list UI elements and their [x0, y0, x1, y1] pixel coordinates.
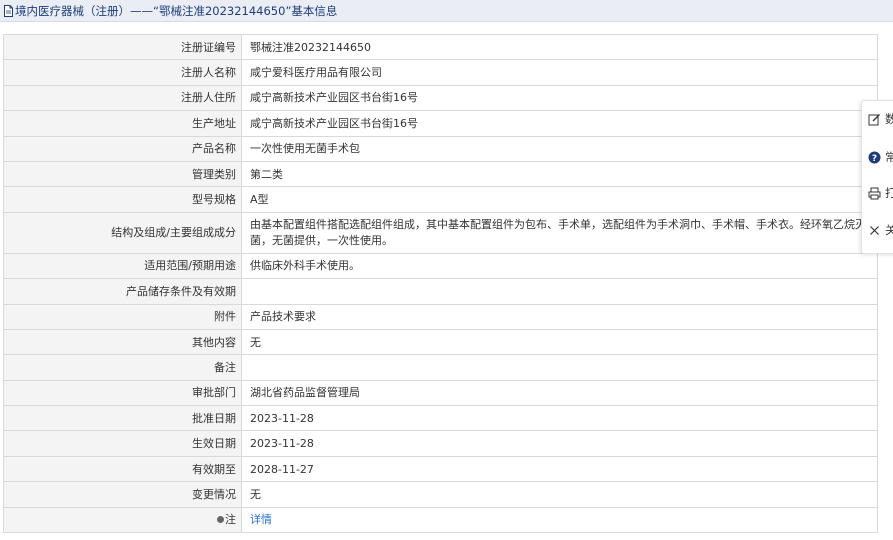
toolbar-item-label: 打	[885, 186, 893, 200]
table-row: 适用范围/预期用途 供临床外科手术使用。	[3, 252, 878, 280]
table-row: 有效期至 2028-11-27	[3, 455, 878, 483]
registration-info-table: 注册证编号 鄂械注准20232144650 注册人名称 咸宁爱科医疗用品有限公司 注…	[3, 33, 878, 534]
row-value: 详情	[241, 506, 878, 534]
toolbar-item-label: 常	[885, 150, 893, 164]
row-label: 生效日期	[3, 430, 242, 457]
pin-icon	[217, 516, 224, 524]
row-value: 咸宁爱科医疗用品有限公司	[241, 59, 878, 86]
row-value: 鄂械注准20232144650	[241, 33, 878, 61]
row-value: 2023-11-28	[241, 430, 878, 457]
row-value: 一次性使用无菌手术包	[241, 135, 878, 162]
table-row: 管理类别 第二类	[3, 160, 878, 188]
help-icon: ?	[868, 151, 881, 164]
printer-icon	[868, 187, 881, 200]
note-label: 注	[225, 513, 236, 527]
table-row: 注 详情	[3, 506, 878, 534]
row-value: 咸宁高新技术产业园区书台街16号	[241, 110, 878, 137]
row-value: 湖北省药品监督管理局	[241, 379, 878, 407]
row-value: 2028-11-27	[241, 455, 878, 483]
floating-toolbar: 数 ? 常 打 关	[861, 100, 893, 254]
row-label: 注册人住所	[3, 84, 242, 112]
table-row: 注册人名称 咸宁爱科医疗用品有限公司	[3, 59, 878, 86]
row-label: 审批部门	[3, 379, 242, 407]
svg-text:?: ?	[872, 154, 877, 164]
row-value: 由基本配置组件搭配选配组件组成，其中基本配置组件为包布、手术单，选配组件为手术洞…	[241, 211, 878, 254]
page-header: 境内医疗器械（注册）——“鄂械注准20232144650”基本信息	[0, 0, 893, 22]
row-label: 产品名称	[3, 135, 242, 162]
edit-icon	[868, 113, 881, 126]
row-label: 其他内容	[3, 328, 242, 356]
table-row: 产品名称 一次性使用无菌手术包	[3, 135, 878, 162]
toolbar-item-close[interactable]: 关	[868, 220, 893, 240]
toolbar-item-faq[interactable]: ? 常	[868, 147, 893, 167]
row-value: 产品技术要求	[241, 303, 878, 330]
toolbar-item-data[interactable]: 数	[868, 109, 893, 129]
details-link[interactable]: 详情	[250, 513, 272, 526]
row-label: 批准日期	[3, 405, 242, 432]
row-label: 适用范围/预期用途	[3, 252, 242, 280]
table-row: 审批部门 湖北省药品监督管理局	[3, 379, 878, 407]
table-row: 备注	[3, 354, 878, 381]
row-label: 结构及组成/主要组成成分	[3, 211, 242, 254]
table-row: 注册证编号 鄂械注准20232144650	[3, 33, 878, 61]
row-value: 供临床外科手术使用。	[241, 252, 878, 280]
row-value: 无	[241, 328, 878, 356]
table-row: 注册人住所 咸宁高新技术产业园区书台街16号	[3, 84, 878, 112]
row-value	[241, 278, 878, 305]
toolbar-item-print[interactable]: 打	[868, 183, 893, 203]
table-row: 生产地址 咸宁高新技术产业园区书台街16号	[3, 110, 878, 137]
table-row: 其他内容无	[3, 328, 878, 356]
toolbar-item-label: 数	[885, 112, 893, 126]
row-value	[241, 354, 878, 381]
table-row: 型号规格 A型	[3, 186, 878, 213]
row-label: 注	[3, 506, 242, 534]
row-value: 无	[241, 481, 878, 508]
page-title: 境内医疗器械（注册）——“鄂械注准20232144650”基本信息	[15, 3, 338, 18]
row-label: 注册证编号	[3, 33, 242, 61]
table-row: 批准日期 2023-11-28	[3, 405, 878, 432]
row-value: 咸宁高新技术产业园区书台街16号	[241, 84, 878, 112]
row-label: 产品储存条件及有效期	[3, 278, 242, 305]
row-label: 有效期至	[3, 455, 242, 483]
table-row: 产品储存条件及有效期	[3, 278, 878, 305]
row-label: 注册人名称	[3, 59, 242, 86]
row-label: 附件	[3, 303, 242, 330]
table-row: 附件 产品技术要求	[3, 303, 878, 330]
row-value-text: 由基本配置组件搭配选配组件组成，其中基本配置组件为包布、手术单，选配组件为手术洞…	[250, 217, 866, 247]
table-row: 生效日期 2023-11-28	[3, 430, 878, 457]
row-value: A型	[241, 186, 878, 213]
row-label: 生产地址	[3, 110, 242, 137]
document-icon	[3, 4, 14, 17]
row-value: 2023-11-28	[241, 405, 878, 432]
row-value: 第二类	[241, 160, 878, 188]
row-label: 型号规格	[3, 186, 242, 213]
toolbar-item-label: 关	[885, 223, 893, 237]
row-label: 备注	[3, 354, 242, 381]
row-label: 变更情况	[3, 481, 242, 508]
row-label: 管理类别	[3, 160, 242, 188]
table-row: 结构及组成/主要组成成分 由基本配置组件搭配选配组件组成，其中基本配置组件为包布、…	[3, 211, 878, 254]
table-row: 变更情况无	[3, 481, 878, 508]
close-icon	[868, 224, 881, 237]
